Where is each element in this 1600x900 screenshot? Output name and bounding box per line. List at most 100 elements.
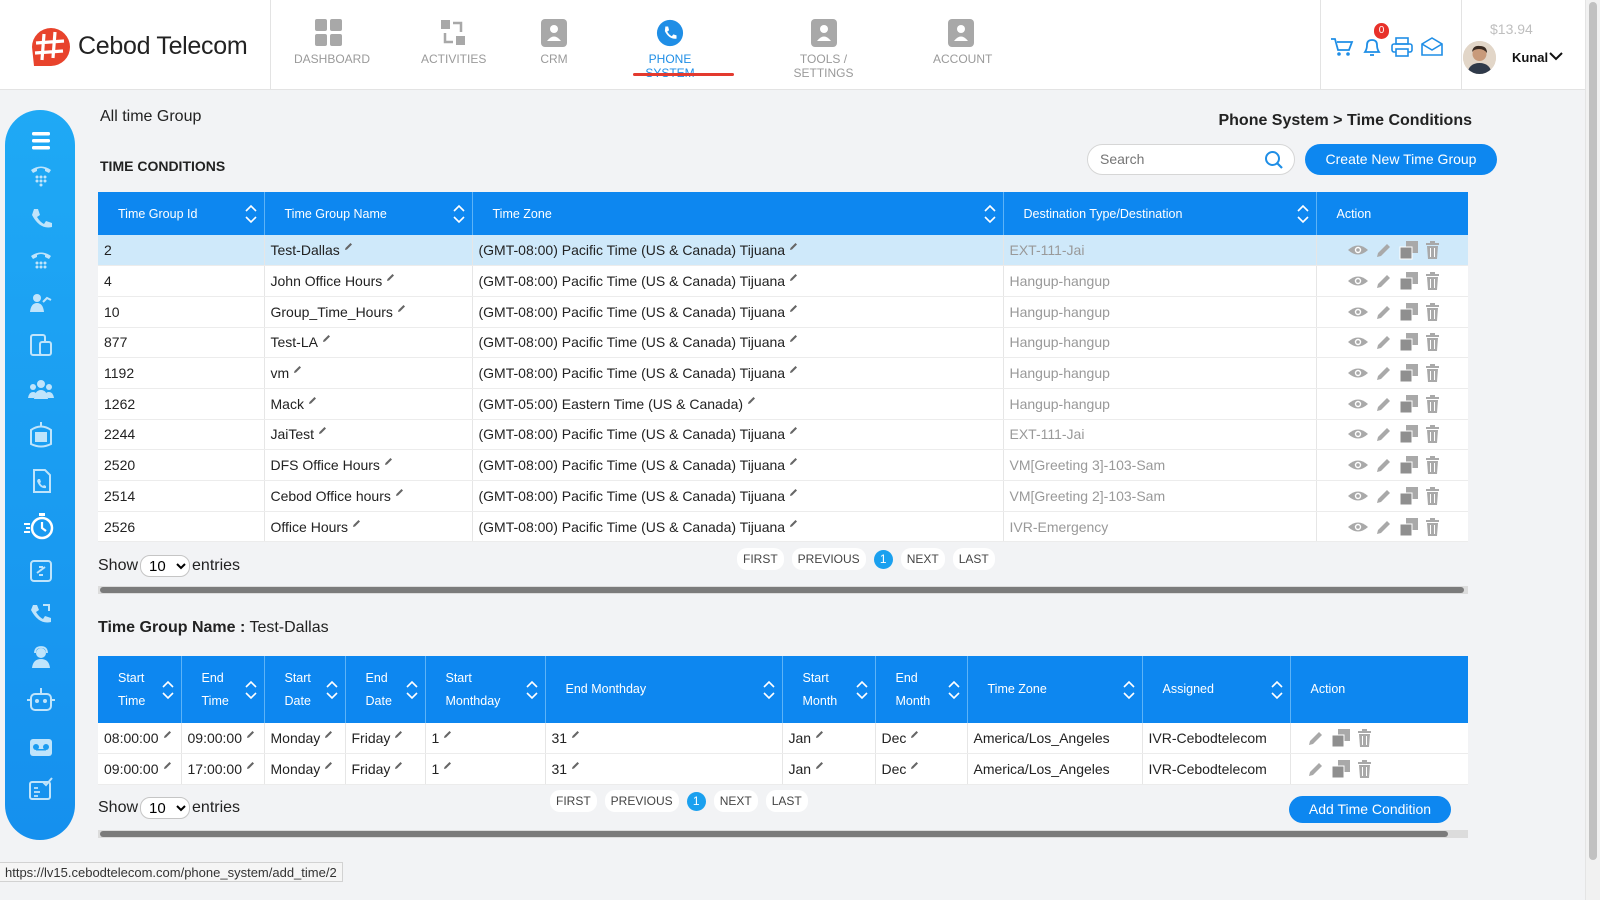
edit-icon[interactable] [1375, 303, 1393, 321]
delete-trash-icon[interactable] [1425, 517, 1440, 536]
print-icon[interactable] [1390, 36, 1414, 58]
edit-pencil-icon[interactable] [397, 304, 406, 313]
copy-icon[interactable] [1399, 240, 1419, 260]
table-row[interactable]: 2244 JaiTest (GMT-08:00) Pacific Time (US … [98, 419, 1468, 451]
edit-icon[interactable] [1375, 395, 1393, 413]
col-header[interactable]: End Month [875, 656, 968, 723]
robot-icon[interactable] [26, 686, 56, 714]
view-eye-icon[interactable] [1347, 305, 1369, 319]
col-header[interactable]: Start Date [264, 656, 346, 723]
table-row[interactable]: 877 Test-LA (GMT-08:00) Pacific Time (US &… [98, 327, 1468, 359]
pager-previous[interactable]: PREVIOUS [604, 790, 679, 812]
edit-pencil-icon[interactable] [789, 519, 798, 528]
copy-icon[interactable] [1399, 271, 1419, 291]
edit-pencil-icon[interactable] [293, 365, 302, 374]
delete-trash-icon[interactable] [1357, 729, 1372, 747]
scrollbar-thumb[interactable] [1589, 2, 1597, 860]
edit-pencil-icon[interactable] [789, 457, 798, 466]
col-header[interactable]: Time Zone [967, 656, 1143, 723]
edit-pencil-icon[interactable] [322, 334, 331, 343]
page-scrollbar[interactable] [1585, 0, 1600, 900]
users-call-icon[interactable] [28, 290, 54, 316]
phone-book-icon[interactable] [28, 468, 54, 494]
pager-previous[interactable]: PREVIOUS [791, 548, 866, 570]
edit-pencil-icon[interactable] [789, 334, 798, 343]
edit-icon[interactable] [1375, 518, 1393, 536]
view-eye-icon[interactable] [1347, 274, 1369, 288]
col-header-destination[interactable]: Destination Type/Destination [1003, 192, 1317, 235]
nav-tools-settings[interactable]: TOOLS / SETTINGS [771, 18, 876, 80]
col-header[interactable]: Start Monthday [425, 656, 546, 723]
edit-icon[interactable] [1375, 456, 1393, 474]
col-header[interactable]: Start Time [98, 656, 182, 723]
table-row[interactable]: 2520 DFS Office Hours (GMT-08:00) Pacific … [98, 449, 1468, 481]
edit-icon[interactable] [1375, 487, 1393, 505]
edit-pencil-icon[interactable] [246, 761, 255, 770]
view-eye-icon[interactable] [1347, 520, 1369, 534]
voicemail-icon[interactable] [28, 734, 54, 760]
call-forward-icon[interactable] [28, 602, 54, 628]
view-eye-icon[interactable] [1347, 489, 1369, 503]
edit-pencil-icon[interactable] [324, 761, 333, 770]
edit-pencil-icon[interactable] [571, 761, 580, 770]
phone-icon[interactable] [28, 206, 54, 232]
page-size-select[interactable]: 10 [140, 797, 191, 819]
edit-pencil-icon[interactable] [352, 519, 361, 528]
nav-dashboard[interactable]: DASHBOARD [294, 18, 370, 66]
delete-trash-icon[interactable] [1425, 486, 1440, 505]
copy-icon[interactable] [1331, 759, 1351, 779]
pager-next[interactable]: NEXT [900, 548, 945, 570]
table-horizontal-scrollbar[interactable] [98, 830, 1468, 838]
edit-pencil-icon[interactable] [910, 761, 919, 770]
sort-icon[interactable] [161, 678, 175, 702]
edit-pencil-icon[interactable] [318, 426, 327, 435]
copy-icon[interactable] [1331, 728, 1351, 748]
sort-icon[interactable] [1296, 202, 1310, 226]
sort-icon[interactable] [762, 678, 776, 702]
edit-icon[interactable] [1375, 425, 1393, 443]
table-row[interactable]: 2514 Cebod Office hours (GMT-08:00) Pacifi… [98, 480, 1468, 512]
nav-account[interactable]: ACCOUNT [933, 18, 992, 66]
sort-icon[interactable] [1122, 678, 1136, 702]
scrollbar-thumb[interactable] [100, 831, 1448, 837]
pager-first[interactable]: FIRST [737, 548, 784, 570]
copy-icon[interactable] [1399, 363, 1419, 383]
sort-icon[interactable] [452, 202, 466, 226]
mail-icon[interactable] [1420, 36, 1444, 58]
edit-pencil-icon[interactable] [789, 273, 798, 282]
copy-icon[interactable] [1399, 302, 1419, 322]
edit-pencil-icon[interactable] [308, 396, 317, 405]
view-eye-icon[interactable] [1347, 335, 1369, 349]
brand-logo[interactable]: Cebod Telecom [28, 24, 248, 68]
edit-icon[interactable] [1307, 760, 1325, 778]
edit-pencil-icon[interactable] [395, 488, 404, 497]
table-row[interactable]: 09:00:00 17:00:00 Monday Friday 1 31 Jan Dec Ame… [98, 753, 1468, 785]
table-row[interactable]: 08:00:00 09:00:00 Monday Friday 1 31 Jan Dec Ame… [98, 723, 1468, 754]
link-icon[interactable] [28, 558, 54, 584]
sort-icon[interactable] [244, 202, 258, 226]
pager-current-page[interactable]: 1 [686, 791, 706, 811]
edit-pencil-icon[interactable] [910, 730, 919, 739]
create-time-group-button[interactable]: Create New Time Group [1305, 144, 1497, 175]
delete-trash-icon[interactable] [1425, 302, 1440, 321]
user-avatar[interactable] [1463, 41, 1496, 74]
edit-pencil-icon[interactable] [163, 761, 172, 770]
nav-crm[interactable]: CRM [540, 18, 568, 66]
delete-trash-icon[interactable] [1425, 272, 1440, 291]
sort-icon[interactable] [405, 678, 419, 702]
edit-icon[interactable] [1375, 364, 1393, 382]
edit-pencil-icon[interactable] [163, 730, 172, 739]
col-header[interactable]: Assigned [1142, 656, 1291, 723]
edit-pencil-icon[interactable] [344, 242, 353, 251]
copy-icon[interactable] [1399, 517, 1419, 537]
edit-pencil-icon[interactable] [246, 730, 255, 739]
edit-pencil-icon[interactable] [747, 396, 756, 405]
agent-icon[interactable] [28, 644, 54, 670]
pager-next[interactable]: NEXT [713, 790, 758, 812]
sort-icon[interactable] [1270, 678, 1284, 702]
sort-icon[interactable] [947, 678, 961, 702]
edit-icon[interactable] [1375, 333, 1393, 351]
pager-current-page[interactable]: 1 [873, 549, 893, 569]
chevron-down-icon[interactable] [1548, 50, 1564, 62]
view-eye-icon[interactable] [1347, 427, 1369, 441]
